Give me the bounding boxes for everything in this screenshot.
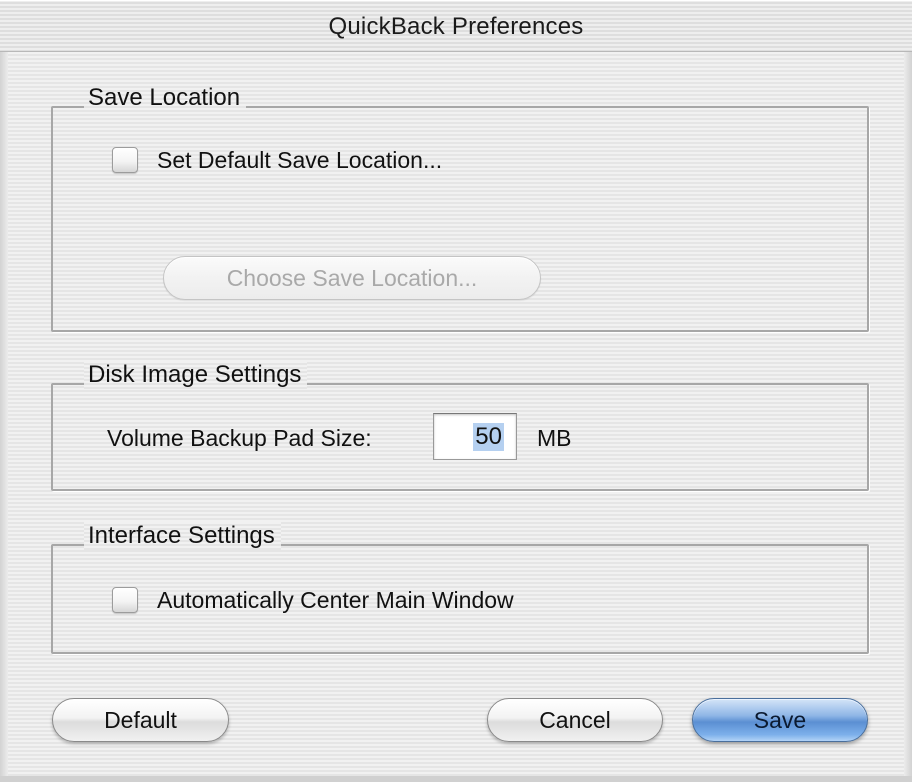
volume-backup-pad-size-input[interactable]: 50 bbox=[433, 413, 517, 460]
set-default-save-location-label[interactable]: Set Default Save Location... bbox=[157, 147, 442, 174]
window-title: QuickBack Preferences bbox=[328, 13, 584, 40]
window-edge-left bbox=[0, 52, 8, 782]
pad-size-unit: MB bbox=[537, 425, 572, 451]
window-edge-bottom bbox=[0, 776, 912, 782]
save-button[interactable]: Save bbox=[692, 698, 868, 742]
auto-center-main-window-checkbox[interactable] bbox=[112, 587, 138, 613]
set-default-save-location-checkbox[interactable] bbox=[112, 147, 138, 173]
window-titlebar[interactable]: QuickBack Preferences bbox=[0, 0, 912, 52]
disk-image-settings-group-title: Disk Image Settings bbox=[84, 361, 308, 389]
volume-backup-pad-size-label: Volume Backup Pad Size: bbox=[107, 425, 372, 451]
window-edge-right bbox=[904, 52, 912, 782]
default-button[interactable]: Default bbox=[52, 698, 229, 742]
pad-size-value: 50 bbox=[473, 422, 504, 451]
choose-save-location-button[interactable]: Choose Save Location... bbox=[163, 256, 541, 300]
save-location-group-title: Save Location bbox=[84, 84, 247, 112]
cancel-button[interactable]: Cancel bbox=[487, 698, 663, 742]
interface-settings-group-title: Interface Settings bbox=[84, 522, 281, 550]
auto-center-main-window-label[interactable]: Automatically Center Main Window bbox=[157, 587, 514, 614]
